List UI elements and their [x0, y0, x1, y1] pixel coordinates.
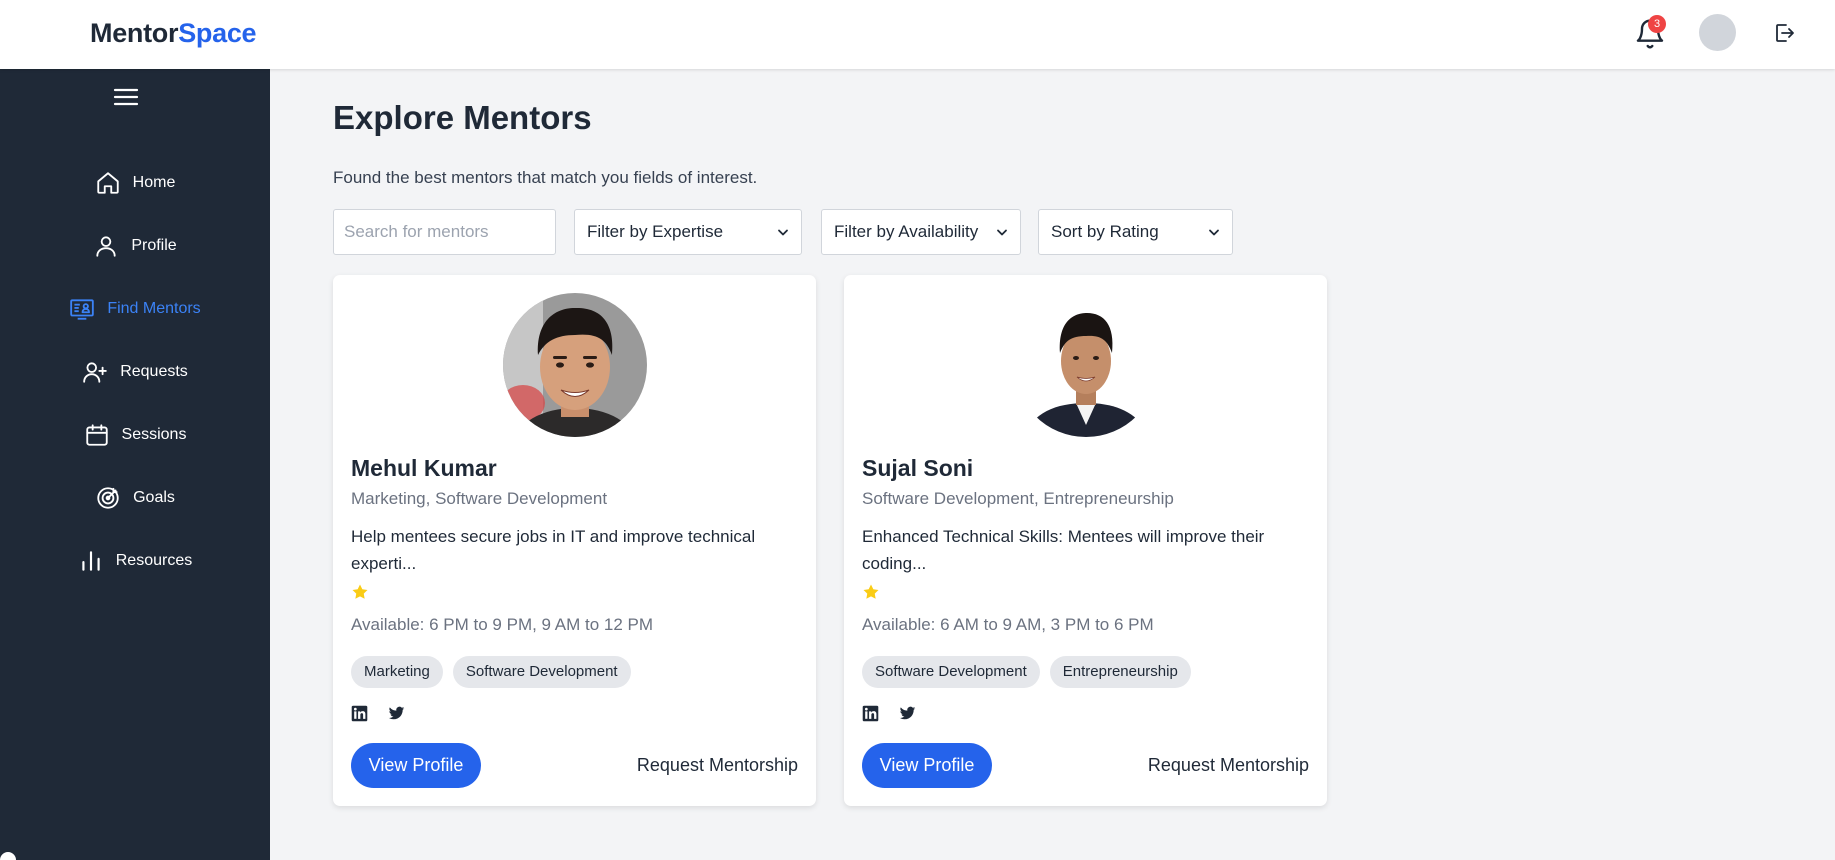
view-profile-button[interactable]: View Profile [351, 743, 481, 788]
sidebar: Home Profile Find Mentors Requests Sessi… [0, 69, 270, 860]
sidebar-item-sessions[interactable]: Sessions [0, 415, 270, 455]
sidebar-item-label: Profile [131, 237, 177, 254]
target-icon [97, 487, 119, 509]
logo-text-accent: Space [178, 18, 257, 48]
logout-icon[interactable] [1772, 21, 1796, 45]
expertise-tag: Software Development [862, 656, 1040, 688]
sidebar-item-requests[interactable]: Requests [0, 352, 270, 392]
home-icon [96, 172, 119, 194]
expertise-tag: Marketing [351, 656, 443, 688]
mentor-name: Sujal Soni [862, 455, 974, 481]
sidebar-item-home[interactable]: Home [0, 163, 270, 203]
mentor-card: Mehul Kumar Marketing, Software Developm… [333, 275, 816, 806]
expertise-filter-value: Filter by Expertise [587, 222, 724, 241]
app-logo[interactable]: MentorSpace [90, 18, 257, 49]
user-plus-icon [83, 362, 107, 383]
mentor-availability: Available: 6 AM to 9 AM, 3 PM to 6 PM [862, 615, 1154, 634]
sidebar-item-goals[interactable]: Goals [0, 478, 270, 518]
sidebar-item-find-mentors[interactable]: Find Mentors [0, 289, 270, 329]
chevron-down-icon [778, 229, 788, 236]
user-avatar[interactable] [1699, 14, 1736, 51]
sidebar-item-label: Sessions [121, 426, 187, 443]
user-icon [96, 236, 116, 257]
calendar-icon [85, 424, 108, 446]
sidebar-item-resources[interactable]: Resources [0, 541, 270, 581]
linkedin-icon[interactable] [351, 705, 368, 722]
chevron-down-icon [997, 229, 1007, 236]
request-mentorship-button[interactable]: Request Mentorship [637, 755, 798, 776]
sort-select[interactable]: Sort by Rating [1038, 209, 1233, 255]
view-profile-button[interactable]: View Profile [862, 743, 992, 788]
linkedin-icon[interactable] [862, 705, 879, 722]
mentor-expertise: Software Development, Entrepreneurship [862, 489, 1174, 508]
star-icon [863, 584, 879, 599]
availability-filter-select[interactable]: Filter by Availability [821, 209, 1021, 255]
sidebar-item-profile[interactable]: Profile [0, 226, 270, 266]
mentors-icon [70, 299, 95, 320]
star-icon [352, 584, 368, 599]
mentor-photo [503, 293, 647, 437]
search-input[interactable] [333, 209, 556, 255]
social-links [351, 705, 405, 722]
mentor-photo [1014, 293, 1158, 437]
expertise-filter-select[interactable]: Filter by Expertise [574, 209, 802, 255]
availability-filter-value: Filter by Availability [834, 222, 979, 241]
twitter-icon[interactable] [388, 705, 405, 722]
logo-text-primary: Mentor [90, 18, 179, 48]
mentor-availability: Available: 6 PM to 9 PM, 9 AM to 12 PM [351, 615, 654, 634]
sidebar-item-label: Resources [115, 552, 193, 569]
expertise-tag: Entrepreneurship [1049, 656, 1191, 688]
mentor-description: Enhanced Technical Skills: Mentees will … [862, 527, 1265, 573]
top-bar: MentorSpace 3 [0, 0, 1835, 69]
request-mentorship-button[interactable]: Request Mentorship [1148, 755, 1309, 776]
chevron-down-icon [1209, 229, 1219, 236]
mentor-name: Mehul Kumar [351, 455, 497, 481]
tag-list: Software Development Entrepreneurship [862, 656, 1191, 688]
page-subtitle: Found the best mentors that match you fi… [333, 168, 758, 187]
sidebar-item-label: Home [132, 174, 176, 191]
mentor-description: Help mentees secure jobs in IT and impro… [351, 527, 756, 573]
social-links [862, 705, 916, 722]
tag-list: Marketing Software Development [351, 656, 631, 688]
sidebar-item-label: Requests [120, 363, 188, 380]
sidebar-item-label: Find Mentors [107, 300, 201, 317]
twitter-icon[interactable] [899, 705, 916, 722]
bar-chart-icon [82, 551, 100, 571]
page-title: Explore Mentors [333, 99, 592, 136]
notification-badge: 3 [1648, 15, 1666, 33]
expertise-tag: Software Development [452, 656, 631, 688]
hamburger-menu-icon[interactable] [113, 86, 139, 108]
sidebar-item-label: Goals [133, 489, 175, 506]
mentor-card: Sujal Soni Software Development, Entrepr… [844, 275, 1327, 806]
mentor-expertise: Marketing, Software Development [351, 489, 608, 508]
sort-value: Sort by Rating [1051, 222, 1159, 241]
